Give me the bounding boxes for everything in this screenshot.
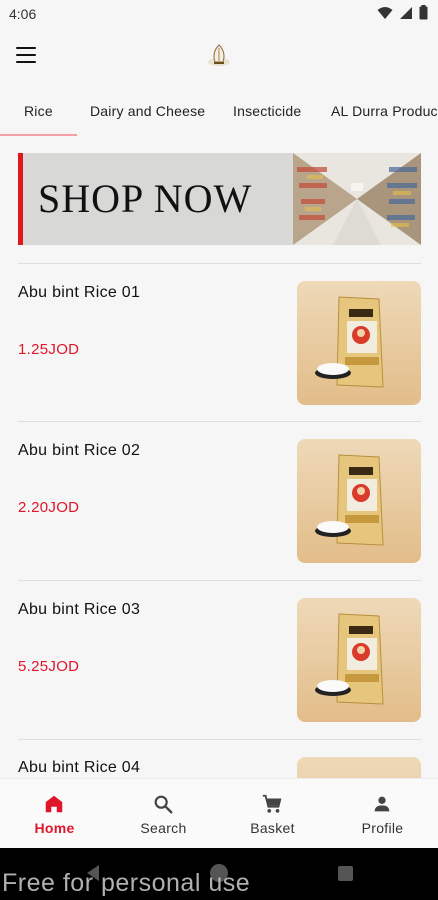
nav-basket-label: Basket bbox=[250, 820, 295, 836]
product-item[interactable]: Abu bint Rice 04 bbox=[18, 740, 421, 778]
app-bar bbox=[0, 28, 438, 84]
search-icon bbox=[154, 795, 173, 814]
tab-indicator bbox=[0, 134, 77, 136]
wifi-icon bbox=[377, 6, 393, 19]
product-item[interactable]: Abu bint Rice 02 2.20JOD bbox=[18, 422, 421, 580]
rice-bag-image bbox=[297, 281, 421, 405]
product-price: 5.25JOD bbox=[18, 658, 80, 675]
nav-profile[interactable]: Profile bbox=[328, 779, 437, 849]
rice-bag-image bbox=[297, 439, 421, 563]
tab-al-durra-products[interactable]: AL Durra Products bbox=[331, 90, 438, 136]
banner-accent-bar bbox=[18, 153, 23, 245]
product-name: Abu bint Rice 04 bbox=[18, 759, 141, 776]
battery-icon bbox=[419, 5, 428, 20]
product-name: Abu bint Rice 01 bbox=[18, 284, 141, 301]
tab-insecticide[interactable]: Insecticide bbox=[233, 90, 301, 136]
home-icon bbox=[45, 795, 63, 813]
tab-rice[interactable]: Rice bbox=[24, 90, 53, 136]
product-price: 1.25JOD bbox=[18, 341, 80, 358]
product-name: Abu bint Rice 02 bbox=[18, 442, 141, 459]
rice-bag-image bbox=[297, 598, 421, 722]
signal-icon bbox=[400, 6, 412, 19]
status-bar: 4:06 bbox=[0, 0, 438, 28]
nav-search[interactable]: Search bbox=[109, 779, 218, 849]
category-tabs: Rice Dairy and Cheese Insecticide AL Dur… bbox=[0, 90, 438, 138]
rice-bag-image bbox=[297, 757, 421, 778]
banner-text: SHOP NOW bbox=[38, 176, 253, 221]
product-price: 2.20JOD bbox=[18, 499, 80, 516]
nav-profile-label: Profile bbox=[361, 820, 404, 836]
product-name: Abu bint Rice 03 bbox=[18, 601, 141, 618]
supermarket-aisle-image bbox=[293, 153, 421, 245]
nav-basket[interactable]: Basket bbox=[218, 779, 327, 849]
watermark: Free for personal use bbox=[2, 869, 251, 897]
cart-icon bbox=[262, 794, 282, 813]
product-item[interactable]: Abu bint Rice 01 1.25JOD bbox=[18, 264, 421, 422]
nav-home[interactable]: Home bbox=[0, 779, 109, 849]
menu-icon[interactable] bbox=[16, 47, 36, 63]
shop-now-banner[interactable]: SHOP NOW bbox=[18, 153, 421, 245]
tab-dairy-and-cheese[interactable]: Dairy and Cheese bbox=[90, 90, 205, 136]
app-logo-icon bbox=[208, 44, 230, 66]
status-icons bbox=[377, 5, 428, 20]
nav-search-label: Search bbox=[140, 820, 187, 836]
recent-apps-icon[interactable] bbox=[338, 866, 353, 881]
nav-home-label: Home bbox=[34, 820, 75, 836]
status-time: 4:06 bbox=[9, 6, 37, 22]
bottom-navigation: Home Search Basket Profile bbox=[0, 778, 438, 848]
product-item[interactable]: Abu bint Rice 03 5.25JOD bbox=[18, 581, 421, 739]
person-icon bbox=[374, 796, 390, 812]
